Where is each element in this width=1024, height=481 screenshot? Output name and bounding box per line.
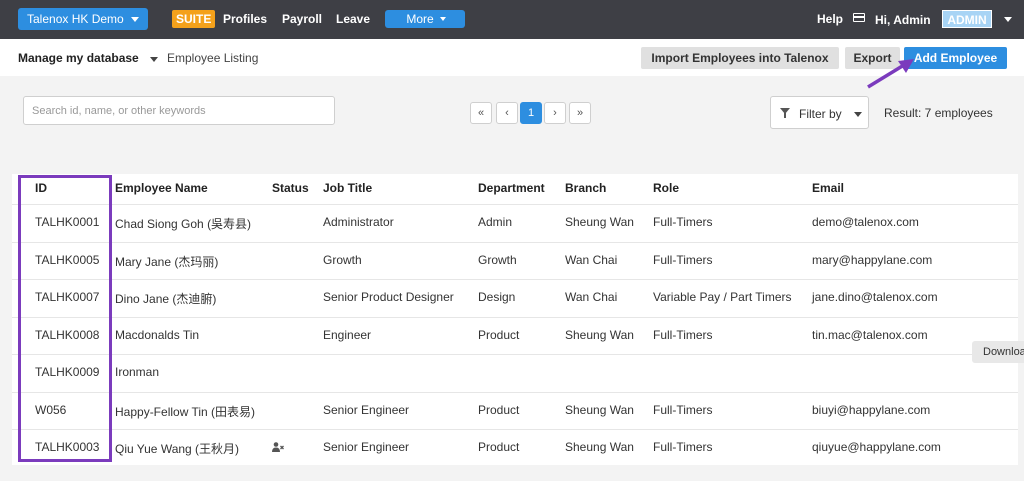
user-greeting[interactable]: Hi, Admin bbox=[875, 13, 931, 27]
annotation-arrow-icon bbox=[867, 59, 914, 89]
cell-department: Product bbox=[478, 328, 520, 342]
cell-name[interactable]: Qiu Yue Wang (王秋月) bbox=[115, 440, 239, 457]
more-menu-button[interactable]: More bbox=[385, 10, 465, 28]
filter-label: Filter by bbox=[799, 107, 842, 121]
prev-page-button[interactable]: ‹ bbox=[496, 102, 518, 124]
nav-leave[interactable]: Leave bbox=[336, 12, 370, 26]
cell-branch: Wan Chai bbox=[565, 290, 618, 304]
cell-email: qiuyue@happylane.com bbox=[812, 440, 941, 454]
cell-job-title: Senior Engineer bbox=[323, 403, 410, 417]
search-input[interactable] bbox=[23, 96, 335, 125]
cell-role: Full-Timers bbox=[653, 253, 713, 267]
top-nav: Talenox HK Demo SUITE Profiles Payroll L… bbox=[0, 0, 1024, 39]
cell-name[interactable]: Mary Jane (杰玛丽) bbox=[115, 253, 218, 270]
credit-card-icon[interactable] bbox=[853, 13, 865, 22]
cell-branch: Sheung Wan bbox=[565, 215, 634, 229]
column-header-status[interactable]: Status bbox=[272, 181, 309, 195]
cell-email: tin.mac@talenox.com bbox=[812, 328, 928, 342]
download-tab[interactable]: Downloa bbox=[972, 341, 1024, 363]
cell-job-title: Administrator bbox=[323, 215, 394, 229]
id-column-highlight bbox=[18, 175, 112, 462]
chevron-down-icon bbox=[854, 112, 862, 117]
more-label: More bbox=[406, 12, 434, 26]
chevron-down-icon bbox=[131, 17, 139, 22]
company-name: Talenox HK Demo bbox=[27, 12, 124, 26]
cell-department: Product bbox=[478, 440, 520, 454]
next-page-button[interactable]: › bbox=[544, 102, 566, 124]
column-header-name[interactable]: Employee Name bbox=[115, 181, 208, 195]
cell-department: Product bbox=[478, 403, 520, 417]
cell-role: Full-Timers bbox=[653, 440, 713, 454]
manage-database-menu[interactable]: Manage my database bbox=[18, 51, 139, 65]
nav-profiles[interactable]: Profiles bbox=[223, 12, 267, 26]
cell-role: Full-Timers bbox=[653, 403, 713, 417]
first-page-button[interactable]: « bbox=[470, 102, 492, 124]
column-header-branch[interactable]: Branch bbox=[565, 181, 606, 195]
cell-name[interactable]: Ironman bbox=[115, 365, 159, 379]
cell-branch: Sheung Wan bbox=[565, 403, 634, 417]
nav-payroll[interactable]: Payroll bbox=[282, 12, 322, 26]
suite-badge[interactable]: SUITE bbox=[172, 10, 216, 28]
cell-role: Variable Pay / Part Timers bbox=[653, 290, 792, 304]
column-header-email[interactable]: Email bbox=[812, 181, 844, 195]
last-page-button[interactable]: » bbox=[569, 102, 591, 124]
cell-department: Growth bbox=[478, 253, 517, 267]
help-link[interactable]: Help bbox=[817, 12, 843, 26]
cell-email: biuyi@happylane.com bbox=[812, 403, 931, 417]
cell-job-title: Senior Engineer bbox=[323, 440, 410, 454]
user-removed-icon bbox=[272, 442, 284, 452]
current-page-button[interactable]: 1 bbox=[520, 102, 542, 124]
cell-name[interactable]: Dino Jane (杰迪腑) bbox=[115, 290, 216, 307]
result-count: Result: 7 employees bbox=[884, 106, 993, 120]
cell-name[interactable]: Macdonalds Tin bbox=[115, 328, 199, 342]
company-switcher[interactable]: Talenox HK Demo bbox=[18, 8, 148, 30]
chevron-down-icon[interactable] bbox=[150, 57, 158, 62]
table-row[interactable] bbox=[12, 354, 1018, 391]
cell-email: jane.dino@talenox.com bbox=[812, 290, 938, 304]
column-header-job-title[interactable]: Job Title bbox=[323, 181, 372, 195]
chevron-down-icon[interactable] bbox=[1004, 17, 1012, 22]
chevron-down-icon bbox=[440, 17, 446, 21]
cell-name[interactable]: Chad Siong Goh (吳寿县) bbox=[115, 215, 251, 232]
filter-icon bbox=[780, 108, 790, 118]
cell-role: Full-Timers bbox=[653, 328, 713, 342]
cell-department: Admin bbox=[478, 215, 513, 229]
cell-branch: Wan Chai bbox=[565, 253, 618, 267]
column-header-role[interactable]: Role bbox=[653, 181, 679, 195]
role-badge: ADMIN bbox=[942, 10, 992, 28]
cell-branch: Sheung Wan bbox=[565, 328, 634, 342]
cell-job-title: Growth bbox=[323, 253, 362, 267]
cell-email: mary@happylane.com bbox=[812, 253, 933, 267]
cell-branch: Sheung Wan bbox=[565, 440, 634, 454]
breadcrumb: Employee Listing bbox=[167, 51, 259, 65]
import-employees-button[interactable]: Import Employees into Talenox bbox=[641, 47, 839, 69]
filter-dropdown[interactable]: Filter by bbox=[770, 96, 869, 129]
cell-department: Design bbox=[478, 290, 516, 304]
cell-role: Full-Timers bbox=[653, 215, 713, 229]
cell-name[interactable]: Happy-Fellow Tin (田表易) bbox=[115, 403, 255, 420]
cell-job-title: Engineer bbox=[323, 328, 372, 342]
column-header-department[interactable]: Department bbox=[478, 181, 545, 195]
cell-job-title: Senior Product Designer bbox=[323, 290, 454, 304]
cell-email: demo@talenox.com bbox=[812, 215, 919, 229]
